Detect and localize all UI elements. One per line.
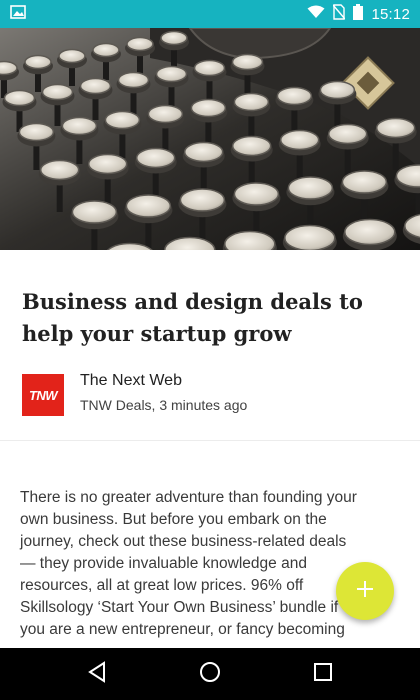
battery-icon	[353, 4, 364, 24]
source-logo[interactable]: TNW	[22, 374, 64, 416]
no-sim-icon	[332, 4, 346, 24]
body-line: own business. But before you embark on t…	[20, 511, 327, 528]
body-line: you are a new entrepreneur, or fancy bec…	[20, 621, 345, 638]
home-button[interactable]	[190, 654, 230, 694]
recents-icon	[313, 662, 333, 687]
source-meta: TNW Deals, 3 minutes ago	[80, 397, 248, 413]
plus-icon	[355, 579, 375, 604]
navigation-bar	[0, 648, 420, 700]
home-icon	[199, 661, 221, 688]
status-time: 15:12	[371, 5, 410, 23]
wifi-icon	[307, 5, 325, 23]
status-bar: 15:12	[0, 0, 420, 28]
divider	[0, 440, 420, 441]
back-button[interactable]	[77, 654, 117, 694]
source-logo-text: TNW	[28, 387, 58, 403]
article-body: There is no greater adventure than found…	[20, 487, 400, 641]
article-title: Business and design deals to help your s…	[22, 289, 363, 346]
recents-button[interactable]	[303, 654, 343, 694]
back-icon	[87, 660, 107, 688]
source-name[interactable]: The Next Web	[80, 372, 182, 390]
body-line: journey, check out these business-relate…	[20, 533, 347, 550]
add-button[interactable]	[336, 562, 394, 620]
body-line: There is no greater adventure than found…	[20, 489, 357, 506]
image-notification-icon	[10, 4, 26, 24]
hero-image	[0, 28, 420, 250]
